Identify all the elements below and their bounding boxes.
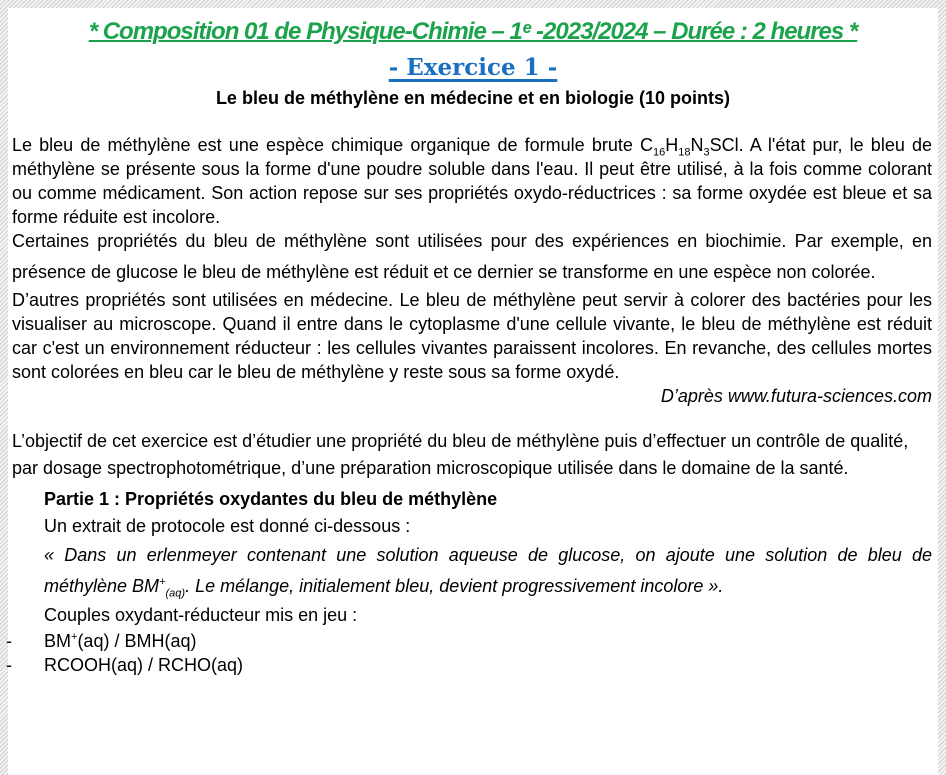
protocol-quote: « Dans un erlenmeyer contenant une solut… [44,545,932,600]
intro-paragraph-3: D’autres propriétés sont utilisées en mé… [12,290,932,382]
objective-paragraph: L’objectif de cet exercice est d’étudier… [12,431,909,478]
part1-title: Partie 1 : Propriétés oxydantes du bleu … [44,489,498,509]
source-citation: D’après www.futura-sciences.com [660,386,932,406]
exercise-subtitle: Le bleu de méthylène en médecine et en b… [215,88,731,108]
intro-paragraph-2: Certaines propriétés du bleu de méthylèn… [12,231,932,282]
couple-item: - RCOOH(aq) / RCHO(aq) [6,655,244,675]
intro-paragraph-1: Le bleu de méthylène est une espèce chim… [12,135,932,227]
document-body: Le bleu de méthylène est une espèce chim… [6,133,932,677]
couples-label: Couples oxydant-réducteur mis en jeu : [44,605,358,625]
part1-intro: Un extrait de protocole est donné ci-des… [44,516,411,536]
exercise-title: - Exercice 1 - [388,54,558,81]
exam-title: * Composition 01 de Physique-Chimie – 1ᵉ… [88,18,859,45]
couple-item: - BM+(aq) / BMH(aq) [6,631,197,651]
